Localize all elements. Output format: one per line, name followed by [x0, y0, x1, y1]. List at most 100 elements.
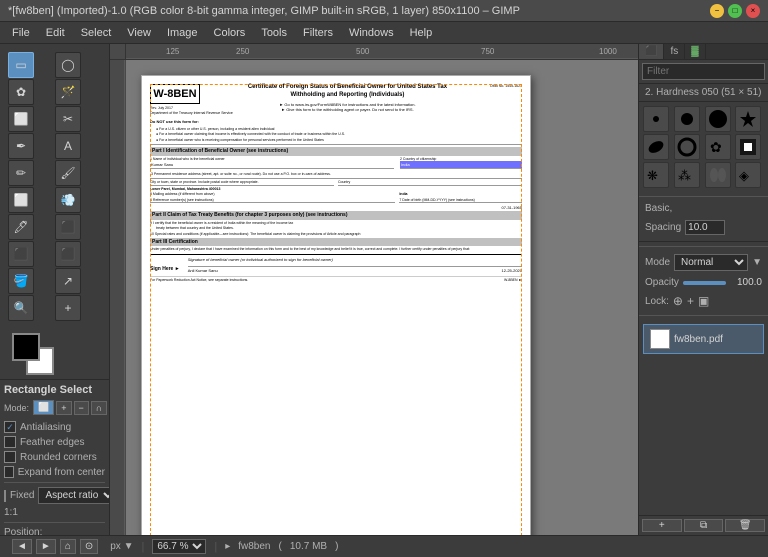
preset-label: Basic,	[639, 201, 768, 216]
signature-area: Signature of beneficial owner (or indivi…	[188, 257, 522, 273]
doc-form-title: Certificate of Foreign Status of Benefic…	[239, 84, 456, 100]
lower-parel: Lower Parel, Mumbai, Maharashtra 400013	[150, 187, 522, 192]
zoom-select[interactable]: 66.7 % 100 % 50 % 25 %	[152, 539, 206, 554]
fixed-check[interactable]	[4, 490, 6, 502]
menu-view[interactable]: View	[119, 25, 159, 41]
foreground-color-swatch[interactable]	[12, 333, 40, 361]
brush-item-2[interactable]	[674, 106, 700, 132]
maximize-button[interactable]: □	[728, 4, 742, 18]
new-layer-button[interactable]: +	[642, 519, 682, 532]
title-bar: *[fw8ben] (Imported)-1.0 (RGB color 8-bi…	[0, 0, 768, 22]
panel-tabs: ⬛ fs ▓	[639, 44, 768, 60]
mode-select[interactable]: Normal	[674, 254, 748, 271]
rounded-corners-check[interactable]	[4, 451, 16, 463]
india-label: India	[399, 192, 522, 197]
bucket-fill-tool[interactable]: 🪣	[8, 268, 34, 294]
delete-layer-button[interactable]: 🗑	[725, 519, 765, 532]
opacity-slider[interactable]	[683, 281, 726, 285]
lock-pixels-icon[interactable]: +	[687, 294, 694, 308]
country-field-value: India	[400, 161, 522, 169]
blend-tool[interactable]: ↗	[55, 268, 81, 294]
menu-windows[interactable]: Windows	[341, 25, 402, 41]
brush-item-5[interactable]	[643, 134, 669, 160]
menu-image[interactable]: Image	[159, 25, 206, 41]
brush-item-6[interactable]	[674, 134, 700, 160]
ink-tool[interactable]: 🖊	[8, 214, 34, 240]
brush-item-10[interactable]: ⁂	[674, 162, 700, 188]
panel-filter	[639, 60, 768, 84]
panel-separator3	[639, 315, 768, 316]
menu-file[interactable]: File	[4, 25, 38, 41]
rectangle-select-tool[interactable]: ▭	[8, 52, 34, 78]
brush-item-3[interactable]	[705, 106, 731, 132]
doc-instructions: ► Go to www.irs.gov/FormW8BEN for instru…	[239, 102, 456, 112]
heal-tool[interactable]: ⬛	[55, 214, 81, 240]
nav-next-button[interactable]: ►	[36, 539, 56, 554]
ref-row: 6 Reference number(s) (see instructions)…	[150, 198, 522, 204]
minimize-button[interactable]: −	[710, 4, 724, 18]
menu-colors[interactable]: Colors	[206, 25, 254, 41]
airbrush-tool[interactable]: 💨	[55, 187, 81, 213]
menu-filters[interactable]: Filters	[295, 25, 341, 41]
status-filename: ▸	[225, 541, 230, 552]
fuzzy-select-tool[interactable]: 🪄	[55, 79, 81, 105]
menu-help[interactable]: Help	[402, 25, 441, 41]
brush-item-9[interactable]: ❋	[643, 162, 669, 188]
status-filesize: (	[279, 541, 282, 552]
layer-item[interactable]: fw8ben.pdf	[643, 324, 764, 354]
brush-item-1[interactable]	[643, 106, 669, 132]
clone-tool[interactable]: ⬛	[8, 241, 34, 267]
gradients-tab[interactable]: ▓	[685, 44, 705, 59]
duplicate-layer-button[interactable]: ⧉	[684, 519, 724, 532]
nav-bookmarks-button[interactable]: ⊙	[80, 539, 98, 554]
by-color-select-tool[interactable]: ⬜	[8, 106, 34, 132]
brush-item-11[interactable]	[705, 162, 731, 188]
zoom-tool[interactable]: 🔍	[8, 295, 34, 321]
mode-intersect[interactable]: ∩	[91, 401, 107, 415]
lock-alpha-icon[interactable]: ▣	[698, 294, 709, 308]
close-button[interactable]: ×	[746, 4, 760, 18]
spacing-input[interactable]	[685, 220, 725, 235]
nav-prev-button[interactable]: ◄	[12, 539, 32, 554]
mode-subtract[interactable]: −	[74, 401, 89, 415]
expand-center-check[interactable]	[4, 466, 14, 478]
lock-position-icon[interactable]: ⊕	[673, 294, 683, 308]
brush-item-12[interactable]: ◈	[735, 162, 761, 188]
status-bar: ◄ ► ⌂ ⊙ px ▼ | 66.7 % 100 % 50 % 25 % | …	[0, 535, 768, 557]
mode-replace[interactable]: ⬜	[33, 400, 54, 415]
tool-grid: ▭ ◯ ✿ 🪄 ⬜ ✂ ✒ A ✏ 🖌 ⬜ 💨 🖊 ⬛	[4, 48, 105, 325]
brush-item-7[interactable]: ✿	[705, 134, 731, 160]
menu-select[interactable]: Select	[73, 25, 120, 41]
paths-tool[interactable]: ✒	[8, 133, 34, 159]
scissors-select-tool[interactable]: ✂	[55, 106, 81, 132]
nav-home-button[interactable]: ⌂	[60, 539, 76, 554]
menu-tools[interactable]: Tools	[253, 25, 295, 41]
brush-item-8[interactable]	[735, 134, 761, 160]
ref-field: 6 Reference number(s) (see instructions)	[150, 198, 395, 204]
text-tool[interactable]: A	[55, 133, 81, 159]
brushes-tab[interactable]: ⬛	[639, 44, 664, 59]
brush-item-4[interactable]	[735, 106, 761, 132]
sign-here-label: Sign Here ►	[150, 266, 180, 273]
canvas-area[interactable]: W-8BEN Rev. July 2017 Department of the …	[126, 60, 638, 535]
patterns-tab[interactable]: fs	[664, 44, 685, 59]
pencil-tool[interactable]: ✏	[8, 160, 34, 186]
ellipse-select-tool[interactable]: ◯	[55, 52, 81, 78]
filter-input[interactable]	[642, 63, 765, 80]
document-canvas: W-8BEN Rev. July 2017 Department of the …	[141, 75, 531, 535]
antialiasing-check[interactable]	[4, 421, 16, 433]
mode-add[interactable]: +	[56, 401, 71, 415]
blur-tool[interactable]: ⬛	[55, 241, 81, 267]
menu-bar: File Edit Select View Image Colors Tools…	[0, 22, 768, 44]
measure-tool[interactable]: +	[55, 295, 81, 321]
eraser-tool[interactable]: ⬜	[8, 187, 34, 213]
brush-grid: ✿ ❋ ⁂	[639, 102, 768, 192]
instructions-line2: ► Give this form to the withholding agen…	[239, 107, 456, 112]
aspect-ratio-select[interactable]: Aspect ratio	[38, 487, 109, 504]
free-select-tool[interactable]: ✿	[8, 79, 34, 105]
antialiasing-row: Antialiasing	[4, 421, 105, 433]
feather-edges-check[interactable]	[4, 436, 16, 448]
paintbrush-tool[interactable]: 🖌	[55, 160, 81, 186]
document-content: W-8BEN Rev. July 2017 Department of the …	[142, 76, 530, 290]
menu-edit[interactable]: Edit	[38, 25, 73, 41]
